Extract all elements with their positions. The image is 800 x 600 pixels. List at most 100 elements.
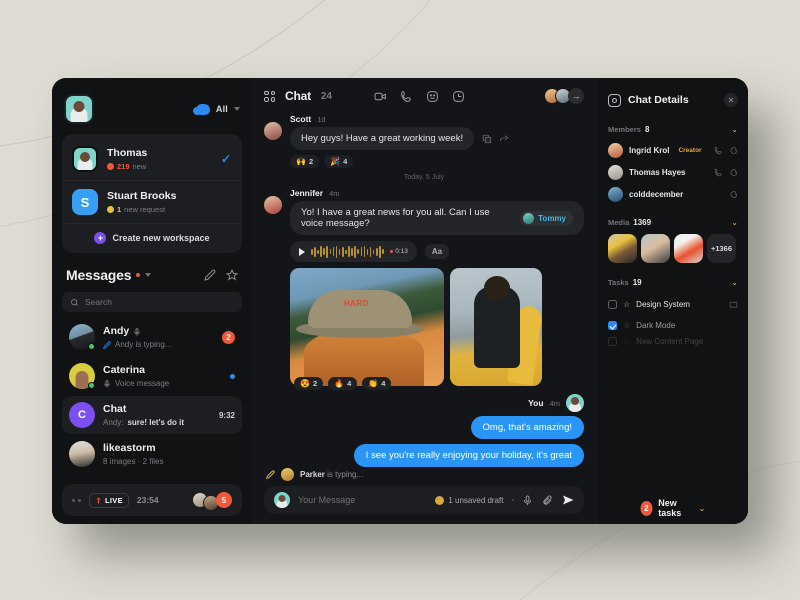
member-name: Ingrid Krol <box>629 145 670 155</box>
messages-chevron-down-icon[interactable] <box>145 273 152 277</box>
phone-icon[interactable] <box>714 168 723 177</box>
phone-call-icon[interactable] <box>400 90 413 103</box>
task-checkbox[interactable] <box>608 336 617 346</box>
chat-icon[interactable] <box>729 146 738 155</box>
online-status-icon <box>88 382 95 389</box>
member-row[interactable]: Thomas Hayes <box>608 161 738 183</box>
task-row[interactable]: ☆ Design System <box>608 292 738 317</box>
message-time: 4m <box>549 398 560 408</box>
phone-icon[interactable] <box>714 146 723 155</box>
photo-attachments: HARD <box>290 268 584 386</box>
unread-badge: 2 <box>222 330 235 344</box>
draft-indicator[interactable]: 1 unsaved draft <box>435 495 504 505</box>
page-title: Chat <box>285 89 311 103</box>
list-item[interactable]: likeastorm 8 images · 2 files <box>62 435 242 473</box>
grid-menu-icon[interactable] <box>264 90 275 102</box>
task-checkbox[interactable] <box>608 320 617 330</box>
task-menu-icon[interactable] <box>729 296 738 314</box>
media-thumbnail[interactable] <box>674 234 703 263</box>
members-section-header[interactable]: Members 8 ⌄ <box>608 125 738 134</box>
broadcast-icon <box>96 497 101 503</box>
new-tasks-button[interactable]: 2 New tasks ⌄ <box>640 498 706 518</box>
message-composer[interactable]: Your Message 1 unsaved draft <box>264 486 584 514</box>
voice-player[interactable]: 0:13 <box>290 241 417 262</box>
copy-icon[interactable] <box>482 134 492 144</box>
plus-icon: + <box>94 232 107 244</box>
compose-icon[interactable] <box>204 269 216 281</box>
filter-label[interactable]: All <box>216 104 228 114</box>
current-user-avatar[interactable] <box>64 94 94 124</box>
star-icon[interactable]: ☆ <box>623 300 630 309</box>
pie-chart-icon[interactable] <box>452 90 465 103</box>
workspace-item-stuart[interactable]: S Stuart Brooks 1 new request <box>62 180 242 223</box>
chat-icon[interactable] <box>729 190 738 199</box>
list-item[interactable]: Caterina Voice message <box>62 357 242 395</box>
search-placeholder: Search <box>85 297 112 307</box>
format-text-button[interactable]: Aa <box>424 244 450 259</box>
reaction[interactable]: 🔥 4 <box>328 377 358 390</box>
task-checkbox[interactable] <box>608 300 617 309</box>
chevron-down-icon[interactable]: ⌄ <box>731 218 738 227</box>
chat-details-panel: Chat Details ✕ Members 8 ⌄ Ingrid Krol C… <box>596 78 748 524</box>
star-icon[interactable] <box>226 269 238 281</box>
star-icon[interactable]: ☆ <box>623 321 630 330</box>
workspace-name: Thomas <box>107 147 148 159</box>
check-icon: ✓ <box>220 152 231 166</box>
close-icon[interactable]: ✕ <box>724 93 738 107</box>
chevron-down-icon[interactable]: ⌄ <box>699 504 706 513</box>
mention-chip[interactable]: Tommy <box>520 210 573 226</box>
emoji-icon[interactable] <box>426 90 439 103</box>
create-workspace-button[interactable]: + Create new workspace <box>62 223 242 253</box>
chat-panel: Chat 24 → Scott 1d Hey guys! Have a grea… <box>252 78 596 524</box>
typing-pencil-icon <box>103 340 111 349</box>
live-call-bar[interactable]: LIVE 23:54 5 <box>62 484 242 516</box>
drag-handle-icon[interactable] <box>72 498 81 502</box>
member-row[interactable]: Ingrid Krol Creator <box>608 139 738 161</box>
search-input[interactable]: Search <box>62 292 242 312</box>
media-more-button[interactable]: +1366 <box>707 234 736 263</box>
list-item[interactable]: Andy Andy is typing... 2 <box>62 318 242 356</box>
mention-name: Tommy <box>538 213 566 223</box>
workspace-item-thomas[interactable]: Thomas 219 new ✓ <box>62 138 242 180</box>
voice-message-icon <box>104 379 110 387</box>
photo-attachment[interactable]: HARD <box>290 268 444 386</box>
live-label: LIVE <box>105 495 123 505</box>
microphone-icon[interactable] <box>522 494 533 506</box>
reaction-count: 2 <box>312 379 318 388</box>
reaction[interactable]: 👏 4 <box>362 377 392 390</box>
play-icon[interactable] <box>299 247 305 256</box>
member-row[interactable]: colddecember <box>608 183 738 205</box>
new-tasks-badge: 2 <box>640 500 653 516</box>
photo-attachment[interactable] <box>450 268 542 386</box>
chevron-down-icon[interactable]: ⌄ <box>731 125 738 134</box>
video-call-icon[interactable] <box>374 90 387 103</box>
chat-preview: Andy is typing... <box>115 340 172 349</box>
reaction[interactable]: 🙌 2 <box>290 155 320 168</box>
message-author: Jennifer <box>290 188 324 198</box>
reaction-count: 2 <box>308 157 314 166</box>
chat-icon[interactable] <box>729 168 738 177</box>
app-window: All Thomas 219 new ✓ S Stuart Brooks 1 new… <box>52 78 748 524</box>
attachment-icon[interactable] <box>542 494 553 506</box>
task-row[interactable]: ☆ New Content Page <box>608 333 738 349</box>
forward-icon[interactable] <box>499 134 509 144</box>
reaction[interactable]: 😍 2 <box>294 377 324 390</box>
workspace-avatar <box>72 146 98 172</box>
message-reactions: 🙌 2 🎉 4 <box>290 155 509 168</box>
draft-icon <box>435 495 445 505</box>
message-reactions: 😍 2 🔥 4 👏 4 <box>294 377 584 390</box>
chevron-down-icon[interactable] <box>234 107 240 111</box>
media-thumbnail[interactable] <box>608 234 637 263</box>
chevron-down-icon[interactable]: ⌄ <box>731 278 738 287</box>
task-row[interactable]: ☆ Dark Mode <box>608 317 738 333</box>
list-item[interactable]: C Chat Andy: sure! let's do it 9:32 <box>62 396 242 434</box>
media-section-header[interactable]: Media 1369 ⌄ <box>608 218 738 227</box>
send-icon[interactable] <box>562 494 574 506</box>
tasks-section-header[interactable]: Tasks 19 ⌄ <box>608 278 738 287</box>
media-thumbnail[interactable] <box>641 234 670 263</box>
message-input-placeholder[interactable]: Your Message <box>298 495 427 505</box>
reaction-count: 4 <box>381 379 386 388</box>
star-icon[interactable]: ☆ <box>623 337 630 346</box>
reaction[interactable]: 🎉 4 <box>324 155 354 168</box>
add-member-button[interactable]: → <box>568 88 584 104</box>
